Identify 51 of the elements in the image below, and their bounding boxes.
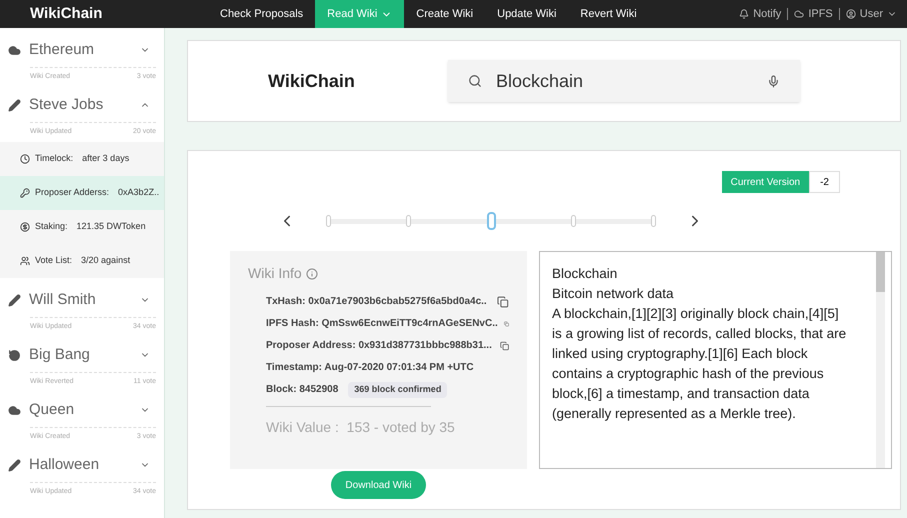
nav-link[interactable]: User — [846, 6, 897, 22]
confirmed-badge: 369 block confirmed — [348, 382, 448, 398]
info-title: Wiki Info — [248, 264, 302, 283]
nav-link[interactable]: Notify — [739, 6, 782, 22]
nav-tab[interactable]: Revert Wiki — [568, 0, 649, 28]
copy-icon[interactable] — [500, 340, 509, 352]
version-slider[interactable] — [326, 211, 656, 231]
cloud-icon — [794, 9, 804, 19]
version-marker[interactable] — [406, 215, 412, 227]
article-subtitle: Bitcoin network data — [552, 285, 675, 303]
detail-item[interactable]: Proposer Adderss: 0xA3b2Z.. — [0, 176, 164, 210]
info-row-text: Timestamp: Aug-07-2020 07:01:34 PM +UTC — [266, 361, 475, 375]
nav-link[interactable]: IPFS — [794, 6, 833, 22]
page-title: WikiChain — [268, 70, 356, 92]
block-number: Block: 8452908 — [266, 383, 338, 398]
pencil-icon — [8, 98, 21, 112]
copy-icon[interactable] — [497, 296, 509, 308]
dollar-icon — [20, 222, 30, 232]
nav-tab[interactable]: Check Proposals — [208, 0, 316, 28]
search-icon — [468, 74, 482, 88]
bell-icon — [739, 9, 750, 19]
info-row-text: Proposer Address: 0x931d387731bbbc988b31... — [266, 339, 492, 353]
version-field[interactable]: -2 — [809, 171, 840, 193]
nav-tab[interactable]: Update Wiki — [485, 0, 568, 28]
info-row-text: TxHash: 0x0a71e7903b6cbab5275f6a5bd0a4c.. — [266, 295, 488, 309]
info-icon — [306, 268, 318, 280]
info-row-text: IPFS Hash: QmSsw6EcnwEiTT9c4rnAGeSENvC.. — [266, 317, 496, 331]
detail-item[interactable]: Timelock: after 3 days — [0, 142, 164, 176]
people-icon — [20, 256, 30, 266]
pencil-icon — [8, 294, 21, 307]
article-text: A blockchain,[1][2][3] originally block chain,[4][5] is a growing list of records, called blocks, that are linked using cryptography.[1][6] Each block contains a cryptographic hash of the previous block,[6] a timestamp, and transaction data (generally represented as a Merkle tree). — [552, 305, 848, 423]
nav-tab[interactable]: Create Wiki — [404, 0, 486, 28]
search-field[interactable]: Blockchain — [448, 60, 800, 102]
detail-item[interactable]: Vote List: 3/20 against — [0, 244, 164, 278]
version-marker[interactable] — [570, 215, 576, 227]
article-title: Blockchain — [552, 265, 618, 283]
scrollbar[interactable] — [876, 252, 885, 468]
clock-icon — [20, 154, 30, 164]
brand-logo[interactable]: WikiChain — [30, 2, 208, 26]
detail-item[interactable]: Staking: 121.35 DWToken — [0, 210, 164, 244]
user-icon — [846, 9, 856, 19]
mic-icon — [767, 74, 780, 88]
version-label: Current Version — [722, 171, 810, 193]
version-marker[interactable] — [486, 212, 496, 230]
version-marker[interactable] — [326, 215, 331, 227]
cloud-icon — [8, 44, 21, 57]
version-marker[interactable] — [651, 215, 656, 227]
wiki-value: Wiki Value : 153 - voted by 35 — [266, 418, 456, 437]
cloud-icon — [8, 404, 21, 417]
key-icon — [20, 188, 30, 198]
pencil-icon — [8, 458, 21, 472]
